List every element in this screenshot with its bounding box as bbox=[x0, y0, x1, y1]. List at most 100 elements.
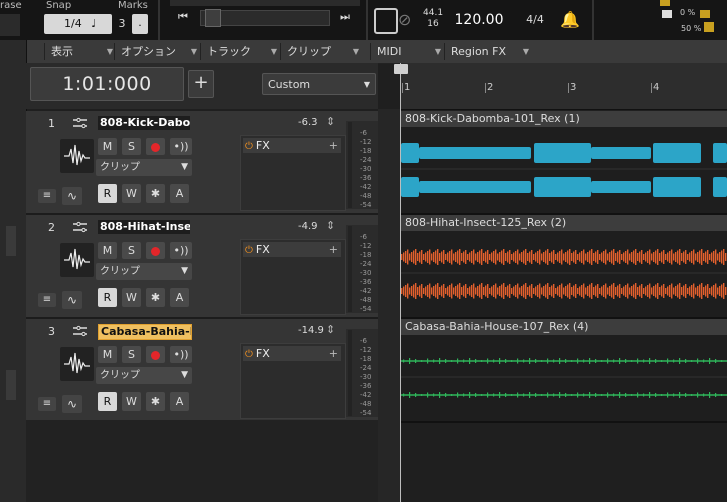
solo-button[interactable]: S bbox=[122, 242, 141, 259]
fx-bin[interactable]: ⏻ FX + bbox=[240, 135, 346, 211]
add-track-button[interactable]: + bbox=[188, 70, 214, 98]
power-icon[interactable]: ⏻ bbox=[245, 349, 253, 360]
menu-track[interactable]: トラック ▼ bbox=[200, 43, 283, 60]
clip-mode-select[interactable]: クリップ ▼ bbox=[96, 367, 192, 384]
write-automation-button[interactable]: W bbox=[122, 288, 141, 307]
automation-icon[interactable]: ∿ bbox=[62, 187, 82, 205]
mute-button[interactable]: M bbox=[98, 242, 117, 259]
fx-header[interactable]: ⏻ FX + bbox=[243, 138, 341, 153]
track-view-preset-select[interactable]: Custom ▼ bbox=[262, 73, 376, 95]
time-signature[interactable]: 4/4 bbox=[518, 8, 552, 32]
record-arm-button[interactable] bbox=[146, 346, 165, 363]
track-volume[interactable]: -6.3 bbox=[298, 117, 318, 128]
playhead-marker[interactable] bbox=[394, 64, 408, 74]
solo-button[interactable]: S bbox=[122, 346, 141, 363]
track-name-field[interactable]: 808-Kick-Dabomba-101_Rex bbox=[98, 116, 190, 130]
track-name-field[interactable]: 808-Hihat-Insect-125_Rex bbox=[98, 220, 190, 234]
menu-view[interactable]: 表示 ▼ bbox=[44, 43, 119, 60]
meter-bar bbox=[348, 226, 352, 312]
clip-waveform[interactable] bbox=[401, 111, 727, 213]
auto-button[interactable]: A bbox=[170, 288, 189, 307]
clip-mode-select[interactable]: クリップ ▼ bbox=[96, 159, 192, 176]
ruler-line bbox=[485, 83, 486, 93]
panel-handle[interactable] bbox=[6, 370, 16, 400]
clip-mode-select[interactable]: クリップ ▼ bbox=[96, 263, 192, 280]
track-number: 3 bbox=[48, 325, 55, 338]
mute-button[interactable]: M bbox=[98, 346, 117, 363]
auto-button[interactable]: A bbox=[170, 184, 189, 203]
record-arm-button[interactable] bbox=[146, 242, 165, 259]
time-display[interactable]: 1:01:000 bbox=[30, 67, 184, 101]
track-menu-icon[interactable]: ≡ bbox=[38, 189, 56, 203]
read-automation-button[interactable]: R bbox=[98, 184, 117, 203]
power-icon[interactable]: ⏻ bbox=[245, 245, 253, 256]
add-fx-icon[interactable]: + bbox=[329, 242, 338, 257]
tempo-field[interactable]: 120.00 bbox=[448, 8, 510, 32]
playhead-line[interactable] bbox=[400, 63, 401, 502]
add-fx-icon[interactable]: + bbox=[329, 138, 338, 153]
position-slider-handle[interactable] bbox=[205, 9, 221, 27]
metronome-icon[interactable]: 🔔 bbox=[560, 10, 580, 29]
menu-options[interactable]: オプション ▼ bbox=[114, 43, 203, 60]
automation-icon[interactable]: ∿ bbox=[62, 395, 82, 413]
star-button[interactable]: ✱ bbox=[146, 184, 165, 203]
menu-midi[interactable]: MIDI ▼ bbox=[370, 43, 447, 60]
volume-stepper-icon[interactable]: ⇕ bbox=[326, 115, 335, 128]
add-fx-icon[interactable]: + bbox=[329, 346, 338, 361]
track-header[interactable]: 1 808-Kick-Dabomba-101_Rex -6.3 ⇕ M S •)… bbox=[26, 111, 394, 215]
speaker-icon: •)) bbox=[173, 348, 189, 361]
position-slider[interactable] bbox=[200, 9, 330, 27]
track-header[interactable]: 3 Cabasa-Bahia-House-107_Rex -14.9 ⇕ M S… bbox=[26, 319, 394, 423]
mute-button[interactable]: M bbox=[98, 138, 117, 155]
rewind-icon[interactable]: ⏮ bbox=[178, 10, 188, 24]
track-volume[interactable]: -4.9 bbox=[298, 221, 318, 232]
erase-button[interactable] bbox=[0, 14, 20, 36]
input-echo-button[interactable]: •)) bbox=[170, 242, 192, 259]
star-button[interactable]: ✱ bbox=[146, 392, 165, 411]
automation-icon[interactable]: ∿ bbox=[62, 291, 82, 309]
track-volume[interactable]: -14.9 bbox=[298, 325, 324, 336]
volume-stepper-icon[interactable]: ⇕ bbox=[326, 323, 335, 336]
menu-clip[interactable]: クリップ ▼ bbox=[280, 43, 365, 60]
power-icon[interactable]: ⏻ bbox=[245, 141, 253, 152]
percent-label: 0 % bbox=[680, 8, 696, 17]
write-automation-button[interactable]: W bbox=[122, 184, 141, 203]
clip-waveform[interactable] bbox=[401, 215, 727, 317]
meter-bar bbox=[348, 122, 352, 208]
read-automation-button[interactable]: R bbox=[98, 288, 117, 307]
menu-region-fx[interactable]: Region FX ▼ bbox=[444, 43, 535, 60]
fx-header[interactable]: ⏻ FX + bbox=[243, 242, 341, 257]
loop-icon[interactable] bbox=[374, 8, 398, 34]
forward-icon[interactable]: ⏭ bbox=[340, 10, 350, 24]
clip-waveform[interactable] bbox=[401, 319, 727, 421]
solo-button[interactable]: S bbox=[122, 138, 141, 155]
marks-dot-button[interactable]: . bbox=[132, 14, 148, 34]
snap-value: 1/4 bbox=[64, 17, 82, 30]
fx-header[interactable]: ⏻ FX + bbox=[243, 346, 341, 361]
record-arm-button[interactable] bbox=[146, 138, 165, 155]
marks-value[interactable]: 3 bbox=[116, 14, 128, 34]
read-automation-button[interactable]: R bbox=[98, 392, 117, 411]
panel-handle[interactable] bbox=[6, 226, 16, 256]
track-header[interactable]: 2 808-Hihat-Insect-125_Rex -4.9 ⇕ M S •)… bbox=[26, 215, 394, 319]
track-name-field[interactable]: Cabasa-Bahia-House-107_Rex bbox=[98, 324, 192, 340]
track-menu-icon[interactable]: ≡ bbox=[38, 293, 56, 307]
volume-stepper-icon[interactable]: ⇕ bbox=[326, 219, 335, 232]
star-button[interactable]: ✱ bbox=[146, 288, 165, 307]
track-lane[interactable]: 808-Kick-Dabomba-101_Rex (1) bbox=[401, 111, 727, 215]
write-automation-button[interactable]: W bbox=[122, 392, 141, 411]
timeline-ruler[interactable]: 1 2 3 4 bbox=[400, 63, 727, 110]
fx-bin[interactable]: ⏻ FX + bbox=[240, 239, 346, 315]
snap-value-button[interactable]: 1/4 ♩ bbox=[44, 14, 112, 34]
fx-bin[interactable]: ⏻ FX + bbox=[240, 343, 346, 419]
track-lane[interactable]: Cabasa-Bahia-House-107_Rex (4) bbox=[401, 319, 727, 423]
input-echo-button[interactable]: •)) bbox=[170, 346, 192, 363]
track-lane[interactable]: 808-Hihat-Insect-125_Rex (2) bbox=[401, 215, 727, 319]
checkbox-icon[interactable] bbox=[662, 10, 672, 18]
auto-button[interactable]: A bbox=[170, 392, 189, 411]
input-echo-button[interactable]: •)) bbox=[170, 138, 192, 155]
chevron-down-icon: ▼ bbox=[522, 47, 529, 56]
level-meter: -6-12-18-24-30-36-42-48-54 dB- dB- bbox=[346, 121, 394, 209]
metronome-off-icon[interactable]: ⊘ bbox=[398, 10, 411, 29]
track-menu-icon[interactable]: ≡ bbox=[38, 397, 56, 411]
